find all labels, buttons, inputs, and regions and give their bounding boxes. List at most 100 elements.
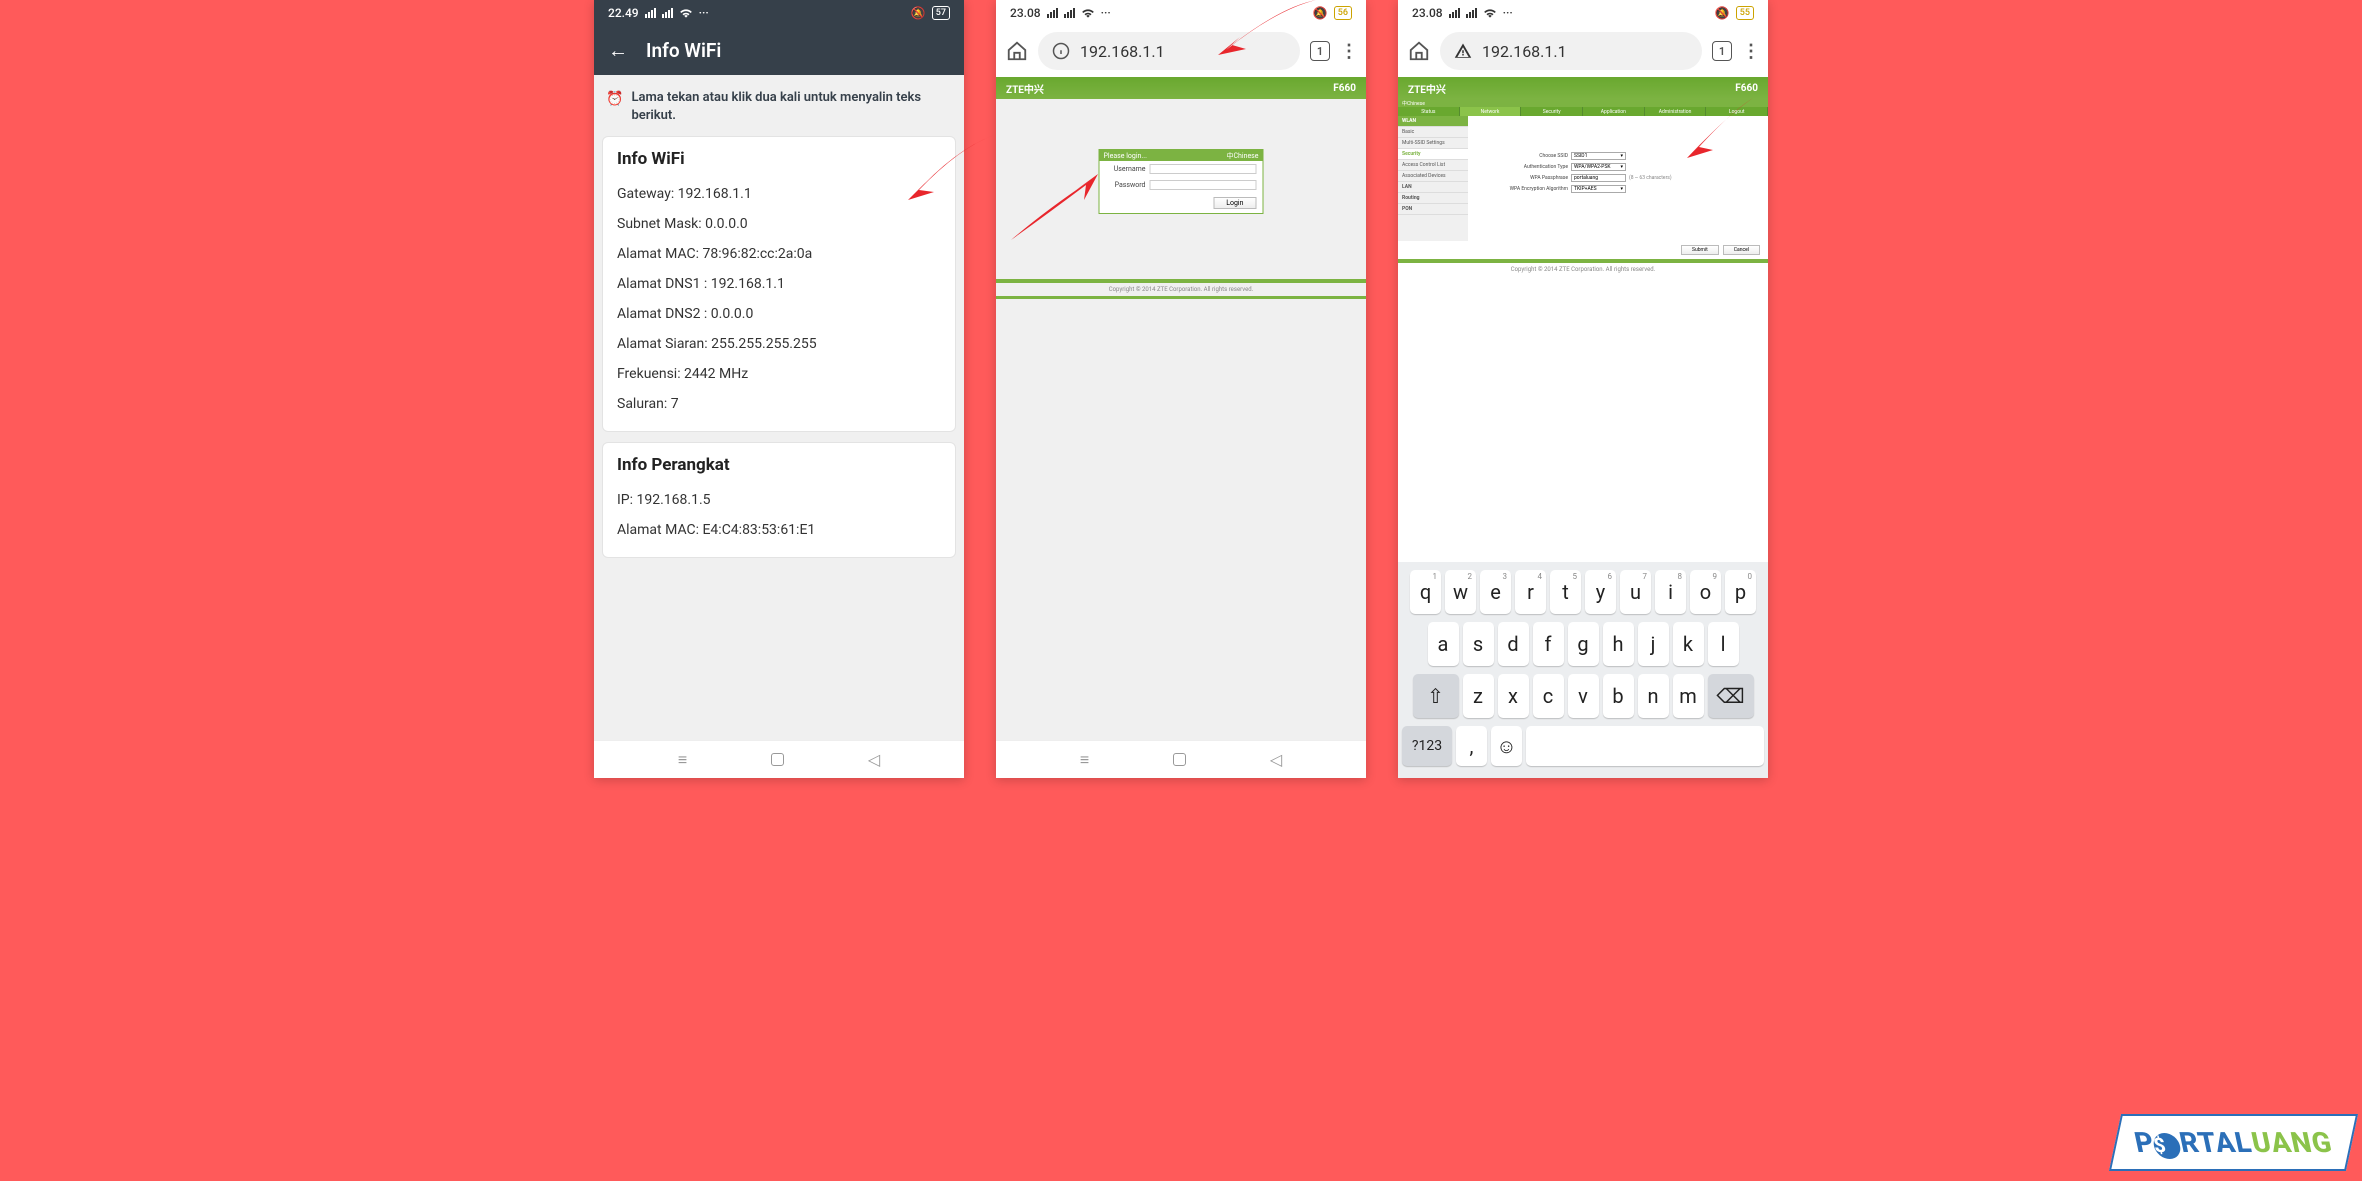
key-g[interactable]: g bbox=[1568, 622, 1599, 666]
tabs-button[interactable]: 1 bbox=[1310, 41, 1330, 61]
ssid-row: Choose SSID SSID1▾ bbox=[1476, 150, 1760, 161]
key-d[interactable]: d bbox=[1498, 622, 1529, 666]
lang-link[interactable]: 中Chinese bbox=[1226, 151, 1258, 161]
menu-button[interactable]: ⋮ bbox=[1340, 41, 1356, 62]
admin-tabs: Status Network Security Application Admi… bbox=[1398, 107, 1768, 116]
form-panel: Choose SSID SSID1▾ Authentication Type W… bbox=[1468, 116, 1768, 241]
key-m[interactable]: m bbox=[1673, 674, 1704, 718]
side-header: WLAN bbox=[1398, 116, 1468, 127]
side-item[interactable]: Basic bbox=[1398, 127, 1468, 138]
cancel-button[interactable]: Cancel bbox=[1723, 245, 1760, 255]
tabs-button[interactable]: 1 bbox=[1712, 41, 1732, 61]
home-icon[interactable] bbox=[1006, 40, 1028, 62]
username-row: Username bbox=[1100, 161, 1263, 177]
key-p[interactable]: 0p bbox=[1725, 570, 1756, 614]
info-row: Frekuensi: 2442 MHz bbox=[617, 359, 941, 389]
url-text: 192.168.1.1 bbox=[1482, 42, 1567, 61]
key-u[interactable]: 7u bbox=[1620, 570, 1651, 614]
tab-security[interactable]: Security bbox=[1521, 107, 1583, 116]
url-bar[interactable]: 192.168.1.1 bbox=[1440, 32, 1702, 70]
key-w[interactable]: 2w bbox=[1445, 570, 1476, 614]
submit-button[interactable]: Submit bbox=[1681, 245, 1719, 255]
password-input[interactable] bbox=[1150, 180, 1257, 190]
key-i[interactable]: 8i bbox=[1655, 570, 1686, 614]
browser-toolbar: 192.168.1.1 1 ⋮ bbox=[996, 25, 1366, 77]
device-info-card[interactable]: Info Perangkat IP: 192.168.1.5 Alamat MA… bbox=[602, 442, 956, 558]
more-icon: ··· bbox=[1101, 6, 1111, 20]
status-left: 23.08 ··· bbox=[1412, 6, 1513, 20]
hint-row: ⏰ Lama tekan atau klik dua kali untuk me… bbox=[602, 83, 956, 136]
key-x[interactable]: x bbox=[1498, 674, 1529, 718]
key-r[interactable]: 4r bbox=[1515, 570, 1546, 614]
login-button[interactable]: Login bbox=[1213, 197, 1256, 209]
key-j[interactable]: j bbox=[1638, 622, 1669, 666]
recents-button[interactable]: ≡ bbox=[678, 750, 687, 770]
tab-administration[interactable]: Administration bbox=[1645, 107, 1707, 116]
key-f[interactable]: f bbox=[1533, 622, 1564, 666]
back-button[interactable]: ◁ bbox=[868, 750, 880, 769]
mute-icon: 🔕 bbox=[1715, 6, 1730, 20]
status-left: 23.08 ··· bbox=[1010, 6, 1111, 20]
key-e[interactable]: 3e bbox=[1480, 570, 1511, 614]
side-item-selected[interactable]: Security bbox=[1398, 149, 1468, 160]
recents-button[interactable]: ≡ bbox=[1080, 750, 1089, 770]
key-q[interactable]: 1q bbox=[1410, 570, 1441, 614]
auth-row: Authentication Type WPA/WPA2-PSK▾ bbox=[1476, 161, 1760, 172]
back-button[interactable]: ◁ bbox=[1270, 750, 1282, 769]
key-y[interactable]: 6y bbox=[1585, 570, 1616, 614]
router-model: F660 bbox=[1735, 83, 1758, 94]
side-group[interactable]: LAN bbox=[1398, 182, 1468, 193]
key-emoji[interactable]: ☺ bbox=[1491, 726, 1522, 766]
key-shift[interactable]: ⇧ bbox=[1413, 674, 1459, 718]
key-backspace[interactable]: ⌫ bbox=[1708, 674, 1754, 718]
username-label: Username bbox=[1106, 165, 1146, 173]
side-group[interactable]: PON bbox=[1398, 204, 1468, 215]
key-space[interactable] bbox=[1526, 726, 1764, 766]
side-group[interactable]: Routing bbox=[1398, 193, 1468, 204]
key-c[interactable]: c bbox=[1533, 674, 1564, 718]
pass-input[interactable]: portaluang bbox=[1571, 174, 1626, 182]
wifi-icon bbox=[679, 8, 693, 18]
key-l[interactable]: l bbox=[1708, 622, 1739, 666]
side-item[interactable]: Multi-SSID Settings bbox=[1398, 138, 1468, 149]
menu-button[interactable]: ⋮ bbox=[1742, 41, 1758, 62]
tab-logout[interactable]: Logout bbox=[1706, 107, 1768, 116]
status-left: 22.49 ··· bbox=[608, 6, 709, 20]
auth-select[interactable]: WPA/WPA2-PSK▾ bbox=[1571, 163, 1626, 171]
key-v[interactable]: v bbox=[1568, 674, 1599, 718]
battery-icon: 56 bbox=[1334, 6, 1352, 20]
key-t[interactable]: 5t bbox=[1550, 570, 1581, 614]
key-a[interactable]: a bbox=[1428, 622, 1459, 666]
home-button[interactable] bbox=[1173, 753, 1186, 766]
back-button[interactable]: ← bbox=[608, 38, 628, 63]
home-button[interactable] bbox=[771, 753, 784, 766]
key-s[interactable]: s bbox=[1463, 622, 1494, 666]
key-symbols[interactable]: ?123 bbox=[1402, 726, 1452, 766]
side-item[interactable]: Access Control List bbox=[1398, 160, 1468, 171]
info-row: Alamat Siaran: 255.255.255.255 bbox=[617, 329, 941, 359]
key-comma[interactable]: , bbox=[1456, 726, 1487, 766]
copyright: Copyright © 2014 ZTE Corporation. All ri… bbox=[996, 283, 1366, 296]
side-item[interactable]: Associated Devices bbox=[1398, 171, 1468, 182]
key-k[interactable]: k bbox=[1673, 622, 1704, 666]
key-z[interactable]: z bbox=[1463, 674, 1494, 718]
key-o[interactable]: 9o bbox=[1690, 570, 1721, 614]
card-title: Info Perangkat bbox=[617, 455, 941, 475]
lang-link[interactable]: 中Chinese bbox=[1402, 100, 1425, 107]
url-bar[interactable]: 192.168.1.1 bbox=[1038, 32, 1300, 70]
key-h[interactable]: h bbox=[1603, 622, 1634, 666]
signal-icon bbox=[645, 8, 656, 18]
home-icon[interactable] bbox=[1408, 40, 1430, 62]
ssid-select[interactable]: SSID1▾ bbox=[1571, 152, 1626, 160]
wifi-info-card[interactable]: Info WiFi Gateway: 192.168.1.1 Subnet Ma… bbox=[602, 136, 956, 432]
username-input[interactable] bbox=[1150, 164, 1257, 174]
tab-status[interactable]: Status bbox=[1398, 107, 1460, 116]
key-b[interactable]: b bbox=[1603, 674, 1634, 718]
enc-select[interactable]: TKIP+AES▾ bbox=[1571, 185, 1626, 193]
warning-icon bbox=[1454, 42, 1472, 60]
key-n[interactable]: n bbox=[1638, 674, 1669, 718]
android-nav-bar: ≡ ◁ bbox=[996, 740, 1366, 778]
tab-application[interactable]: Application bbox=[1583, 107, 1645, 116]
tab-network[interactable]: Network bbox=[1460, 107, 1522, 116]
pass-hint: (8 ~ 63 characters) bbox=[1629, 175, 1672, 181]
